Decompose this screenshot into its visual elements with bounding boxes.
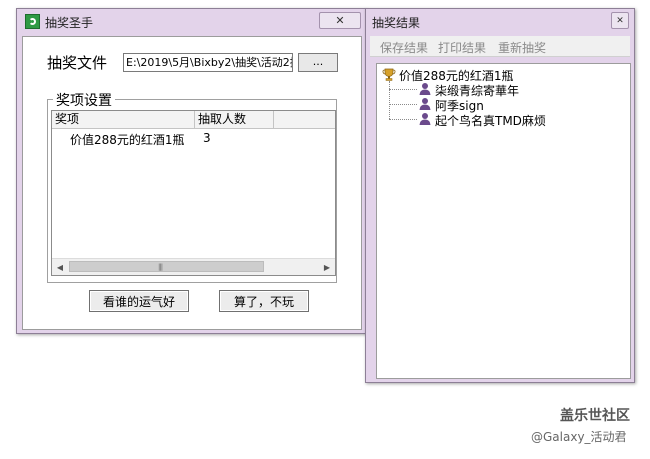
file-path-input[interactable]: E:\2019\5月\Bixby2\抽奖\活动2抽 xyxy=(123,53,293,72)
menu-redraw[interactable]: 重新抽奖 xyxy=(498,39,546,56)
tree-connector xyxy=(389,119,417,120)
horizontal-scrollbar[interactable]: ◀ ||| ▶ xyxy=(52,258,335,275)
result-titlebar[interactable]: 抽奖结果 ✕ xyxy=(366,9,634,33)
tree-connector xyxy=(389,81,390,119)
close-icon: ✕ xyxy=(616,15,624,26)
draw-button[interactable]: 看谁的运气好 xyxy=(89,290,189,312)
user-icon xyxy=(419,83,431,95)
watermark-handle: @Galaxy_活动君 xyxy=(531,430,627,444)
scroll-right-icon[interactable]: ▶ xyxy=(319,259,335,275)
quit-button[interactable]: 算了，不玩 xyxy=(219,290,309,312)
prize-list[interactable]: 奖项 抽取人数 价值288元的红酒1瓶 3 ◀ ||| ▶ xyxy=(51,110,336,276)
trophy-icon xyxy=(382,68,396,81)
result-window: 抽奖结果 ✕ 保存结果 打印结果 重新抽奖 价值288元的红酒1瓶 柒缎青综寄華… xyxy=(365,8,635,383)
app-icon xyxy=(25,14,40,29)
scroll-grip-icon: ||| xyxy=(158,263,163,271)
prize-settings-title: 奖项设置 xyxy=(53,90,115,110)
prize-row[interactable]: 价值288元的红酒1瓶 3 xyxy=(52,130,335,147)
result-window-title: 抽奖结果 xyxy=(372,16,421,30)
prize-name: 价值288元的红酒1瓶 xyxy=(70,133,185,147)
browse-button[interactable]: ... xyxy=(298,53,338,72)
winner-item[interactable]: 起个鸟名真TMD麻烦 xyxy=(435,112,546,129)
menu-save-results[interactable]: 保存结果 xyxy=(380,39,428,56)
main-client-area: 抽奖文件 E:\2019\5月\Bixby2\抽奖\活动2抽 ... 奖项设置 … xyxy=(22,36,362,330)
user-icon xyxy=(419,98,431,110)
scroll-left-icon[interactable]: ◀ xyxy=(52,259,68,275)
file-label: 抽奖文件 xyxy=(47,54,108,72)
lottery-main-window: 抽奖圣手 ✕ 抽奖文件 E:\2019\5月\Bixby2\抽奖\活动2抽 ..… xyxy=(16,8,366,334)
close-icon: ✕ xyxy=(335,14,345,27)
result-menubar: 保存结果 打印结果 重新抽奖 xyxy=(370,36,630,57)
prize-count: 3 xyxy=(203,131,211,145)
main-close-button[interactable]: ✕ xyxy=(319,12,361,29)
main-window-title: 抽奖圣手 xyxy=(45,16,94,30)
menu-print-results[interactable]: 打印结果 xyxy=(438,39,486,56)
watermark-community: 盖乐世社区 xyxy=(560,408,630,424)
user-icon xyxy=(419,113,431,125)
result-tree[interactable]: 价值288元的红酒1瓶 柒缎青综寄華年 阿季sign 起个鸟名真TMD麻烦 xyxy=(376,63,631,379)
prize-list-header: 奖项 抽取人数 xyxy=(52,111,335,129)
tree-connector xyxy=(389,104,417,105)
tree-connector xyxy=(389,89,417,90)
result-close-button[interactable]: ✕ xyxy=(611,12,629,29)
column-header-count[interactable]: 抽取人数 xyxy=(195,111,274,128)
scroll-thumb[interactable]: ||| xyxy=(69,261,264,272)
main-titlebar[interactable]: 抽奖圣手 ✕ xyxy=(17,9,365,33)
column-header-prize[interactable]: 奖项 xyxy=(52,111,195,128)
